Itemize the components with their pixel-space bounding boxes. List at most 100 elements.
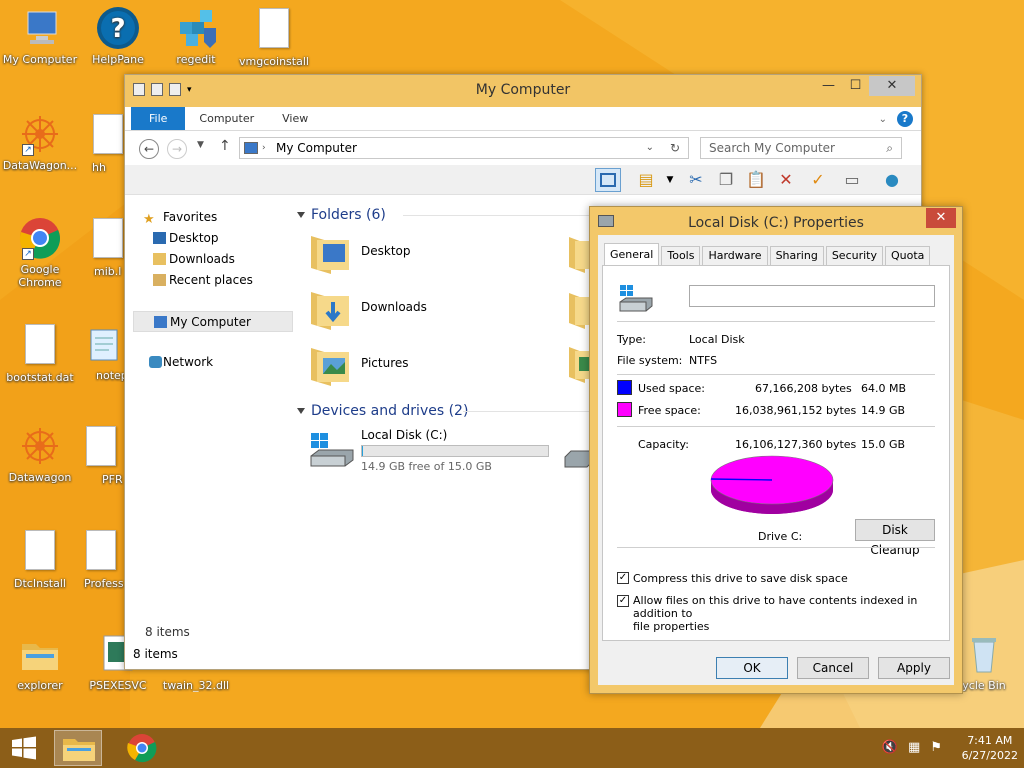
index-label: Allow files on this drive to have conten… — [633, 594, 918, 633]
dialog-close-button[interactable]: ✕ — [926, 208, 956, 228]
delete-icon[interactable]: ✕ — [773, 168, 799, 192]
tab-hardware[interactable]: Hardware — [702, 246, 768, 265]
nav-desktop[interactable]: Desktop — [133, 228, 293, 249]
disk-usage-pie-chart — [710, 455, 834, 514]
cancel-button[interactable]: Cancel — [797, 657, 869, 679]
tab-quota[interactable]: Quota — [884, 246, 931, 265]
dialog-titlebar[interactable]: Local Disk (C:) Properties ✕ — [590, 207, 962, 235]
preview-pane-button[interactable] — [595, 168, 621, 192]
devices-section-header[interactable]: Devices and drives (2) — [293, 400, 593, 422]
expand-ribbon-icon[interactable]: ⌄ — [879, 114, 887, 125]
desktop-icon-bootstat[interactable]: bootstat.dat — [0, 322, 80, 384]
used-space-bytes: 67,166,208 bytes — [755, 382, 852, 395]
desktop-icon-my-computer[interactable]: My Computer — [0, 6, 80, 66]
forward-button[interactable]: → — [167, 139, 187, 159]
folder-pictures-icon — [311, 348, 349, 386]
navigation-bar: ← → ▼ ↑ › My Computer ⌄ ↻ Search My Comp… — [125, 131, 921, 165]
folder-item-desktop[interactable]: Desktop — [293, 226, 593, 282]
explorer-titlebar[interactable]: ▾ My Computer — ☐ ✕ — [125, 75, 921, 107]
maximize-button[interactable]: ☐ — [842, 76, 869, 96]
tab-security[interactable]: Security — [825, 246, 883, 265]
minimize-button[interactable]: — — [815, 76, 842, 96]
desktop-icon-dtcinstall[interactable]: DtcInstall — [0, 528, 80, 590]
star-icon: ★ — [143, 212, 155, 227]
tab-file[interactable]: File — [131, 107, 186, 130]
folder-item-downloads[interactable]: Downloads — [293, 282, 593, 338]
dialog-tabs: General Tools Hardware Sharing Security … — [604, 243, 932, 265]
separator — [617, 374, 935, 375]
chevron-right-icon[interactable]: › — [262, 138, 266, 158]
datawagon-icon — [18, 424, 62, 468]
desktop-icon-vmgcoinstall[interactable]: vmgcoinstall — [234, 6, 314, 68]
desktop-icon-regedit[interactable]: regedit — [156, 6, 236, 66]
close-button[interactable]: ✕ — [869, 76, 915, 96]
folder-item-pictures[interactable]: Pictures — [293, 338, 593, 394]
folders-section-header[interactable]: Folders (6) — [293, 204, 593, 226]
volume-muted-icon[interactable]: 🔇 — [882, 740, 898, 755]
tab-tools[interactable]: Tools — [661, 246, 701, 265]
nav-network[interactable]: Network — [133, 352, 293, 373]
tab-sharing[interactable]: Sharing — [769, 246, 824, 265]
type-label: Type: — [617, 333, 646, 346]
globe-icon[interactable]: ● — [879, 168, 905, 192]
svg-text:?: ? — [110, 14, 125, 44]
network-icon — [149, 356, 162, 368]
properties-dialog[interactable]: Local Disk (C:) Properties ✕ General Too… — [589, 206, 963, 694]
copy-icon[interactable]: ❐ — [713, 168, 739, 192]
taskbar-file-explorer[interactable] — [54, 730, 102, 766]
explorer-title: My Computer — [475, 82, 571, 98]
nav-recent-places[interactable]: Recent places — [133, 270, 293, 291]
back-button[interactable]: ← — [139, 139, 159, 159]
command-toolbar: ▤ ▼ ✂ ❐ 📋 ✕ ✓ ▭ ● — [125, 165, 921, 195]
paste-icon[interactable]: 📋 — [743, 168, 769, 192]
start-button[interactable] — [0, 730, 48, 766]
desktop-icon-datawagon[interactable]: Datawagon — [0, 424, 80, 484]
disk-cleanup-button[interactable]: Disk Cleanup — [855, 519, 935, 557]
file-icon — [18, 324, 62, 368]
file-system-label: File system: — [617, 354, 683, 367]
desktop-icon-google-chrome[interactable]: ↗ Google Chrome — [0, 216, 80, 289]
tab-computer[interactable]: Computer — [185, 107, 268, 130]
tab-view[interactable]: View — [268, 107, 322, 130]
file-icon — [18, 530, 62, 574]
search-input[interactable]: Search My Computer ⌕ — [700, 137, 902, 159]
folder-options-dropdown-icon[interactable]: ▼ — [657, 168, 683, 192]
address-bar[interactable]: › My Computer ⌄ ↻ — [239, 137, 689, 159]
registry-icon — [174, 6, 218, 50]
cut-icon[interactable]: ✂ — [683, 168, 709, 192]
up-arrow-icon[interactable]: ↑ — [219, 138, 231, 154]
compress-checkbox[interactable]: ✓ — [617, 572, 629, 584]
folder-icon — [18, 632, 62, 676]
action-center-icon[interactable]: ⚑ — [930, 740, 942, 755]
rename-icon[interactable]: ▭ — [839, 168, 865, 192]
refresh-icon[interactable]: ↻ — [670, 138, 680, 158]
volume-label-input[interactable] — [689, 285, 935, 307]
desktop-icon-helppane[interactable]: ? HelpPane — [78, 6, 158, 66]
desktop-icon-notepad[interactable]: notep — [78, 322, 124, 382]
desktop-icon-datawagon-shortcut[interactable]: ↗ DataWagon... — [0, 112, 80, 172]
taskbar-chrome[interactable] — [118, 730, 166, 766]
desktop-icon-explorer[interactable]: explorer — [0, 632, 80, 692]
network-tray-icon[interactable]: ▦ — [908, 740, 920, 755]
desktop-icon-pfr[interactable]: PFR — [78, 424, 124, 486]
desktop-icon-profess[interactable]: Profess — [78, 528, 124, 590]
computer-small-icon — [244, 142, 258, 154]
tab-general[interactable]: General — [604, 243, 660, 265]
check-icon[interactable]: ✓ — [805, 168, 831, 192]
index-checkbox[interactable]: ✓ — [617, 595, 629, 607]
apply-button[interactable]: Apply — [878, 657, 950, 679]
nav-downloads[interactable]: Downloads — [133, 249, 293, 270]
chevron-down-icon[interactable]: ⌄ — [646, 138, 654, 158]
free-space-label: Free space: — [638, 404, 701, 417]
nav-my-computer[interactable]: My Computer — [133, 311, 293, 332]
drive-item-local-disk-c[interactable]: Local Disk (C:) 14.9 GB free of 15.0 GB — [293, 422, 593, 482]
nav-favorites[interactable]: ★ Favorites — [133, 207, 293, 228]
downloads-icon — [153, 253, 166, 265]
computer-icon — [18, 6, 62, 50]
recent-dropdown-icon[interactable]: ▼ — [197, 140, 204, 150]
separator — [617, 321, 935, 322]
ok-button[interactable]: OK — [716, 657, 788, 679]
help-icon[interactable]: ? — [897, 111, 913, 127]
system-clock[interactable]: 7:41 AM 6/27/2022 — [962, 733, 1018, 763]
folder-options-button[interactable]: ▤ — [633, 168, 659, 192]
